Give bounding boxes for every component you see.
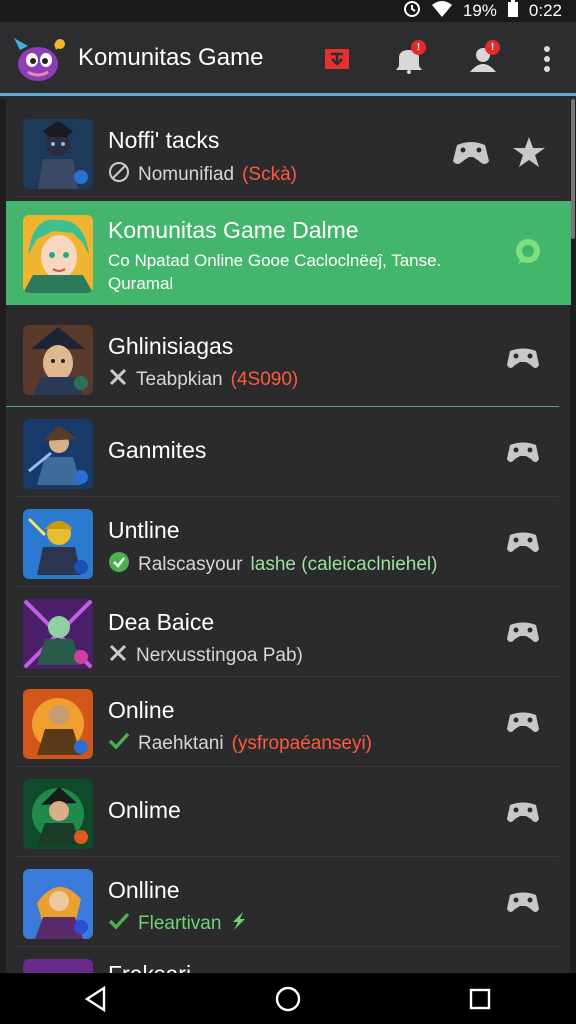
controller-icon[interactable] [505,527,541,557]
controller-icon[interactable] [505,343,541,373]
notification-badge: ! [411,40,426,55]
screen: 19% 0:22 Komunitas Game ! ! Noffiʹ tacks… [0,0,576,1024]
scrollbar-thumb[interactable] [571,99,575,239]
item-title: Noffiʹ tacks [108,127,220,153]
item-title: Untline [108,517,180,543]
item-subtitle: Raehktani [138,733,224,754]
item-subtitle: Co Npatad Online Gooe Cacloclnëeĵ, Tanse… [108,251,442,293]
list-item[interactable]: Noffiʹ tacks Nomunifiad (Sckà) [16,107,559,197]
game-thumbnail [23,599,93,669]
list-item[interactable]: Ghlinisiagas Teabpkian (4S090) [16,313,559,406]
controller-icon[interactable] [505,437,541,467]
item-title: Dea Baice [108,609,215,635]
status-bar: 19% 0:22 [0,0,576,22]
more-vert-icon[interactable] [528,40,566,78]
check-icon [108,911,130,937]
item-subtitle: Nomunifiad [138,164,235,185]
cross-icon [108,643,128,669]
recents-icon[interactable] [450,979,510,1019]
blocked-icon [108,161,130,189]
battery-icon [507,0,519,23]
list-item[interactable]: Dea Baice Nerxusstingoa Pab) [16,587,559,677]
download-icon[interactable] [318,40,356,78]
item-title: Ghlinisiagas [108,333,234,359]
list-item-highlighted[interactable]: Komunitas Game Dalme Co Npatad Online Go… [6,201,571,305]
list-item-partial[interactable]: Fraksari [16,947,559,973]
game-thumbnail [23,325,93,395]
app-bar: Komunitas Game ! ! [0,22,576,96]
alarm-icon [403,0,421,23]
cross-icon [108,367,128,393]
game-thumbnail [23,869,93,939]
game-thumbnail [23,215,93,293]
item-tag: (4S090) [230,369,299,390]
game-thumbnail [23,119,93,189]
controller-icon[interactable] [505,617,541,647]
item-subtitle: Teabpkian [136,369,223,390]
home-icon[interactable] [258,979,318,1019]
item-tag: (Sckà) [242,164,298,185]
controller-icon[interactable] [451,135,491,169]
controller-icon[interactable] [505,797,541,827]
list-item[interactable]: Untline Ralscasyour lashe (caleicaclnieh… [16,497,559,587]
item-title: Onlime [108,797,181,823]
game-thumbnail [23,419,93,489]
item-title: Onlline [108,877,180,903]
item-subtitle: Fleartivan [138,913,222,934]
item-tag: (ysfropaéanseyi) [231,733,373,754]
notifications-icon[interactable]: ! [390,40,428,78]
item-title: Online [108,697,175,723]
list-item[interactable]: Onlime [16,767,559,857]
list-item[interactable]: Onlline Fleartivan [16,857,559,947]
game-thumbnail [23,509,93,579]
check-circle-icon [108,551,130,579]
game-thumbnail [23,959,93,973]
app-title: Komunitas Game [78,44,264,71]
lightning-icon [229,911,247,937]
game-thumbnail [23,779,93,849]
item-title: Komunitas Game Dalme [108,217,359,243]
list-item[interactable]: Online Raehktani (ysfropaéanseyi) [16,677,559,767]
battery-text: 19% [462,1,497,20]
clock-text: 0:22 [528,1,562,20]
wifi-icon [431,0,453,23]
controller-icon[interactable] [505,707,541,737]
star-icon[interactable] [511,135,547,167]
item-title: Fraksari [108,961,191,973]
back-icon[interactable] [66,979,126,1019]
community-list[interactable]: Noffiʹ tacks Nomunifiad (Sckà) Komunitas… [0,99,576,973]
item-subtitle: Ralscasyour [138,554,243,575]
system-nav-bar [0,973,576,1024]
game-thumbnail [23,689,93,759]
chat-icon[interactable] [513,237,549,267]
profile-badge: ! [485,40,500,55]
check-icon [108,731,130,757]
item-title: Ganmites [108,437,207,463]
list-item[interactable]: Ganmites [16,407,559,497]
controller-icon[interactable] [505,887,541,917]
item-tag: lashe (caleicaclniehel) [250,554,438,575]
profile-icon[interactable]: ! [464,40,502,78]
app-logo-icon[interactable] [10,32,68,86]
item-subtitle: Nerxusstingoa Pab) [136,645,303,666]
